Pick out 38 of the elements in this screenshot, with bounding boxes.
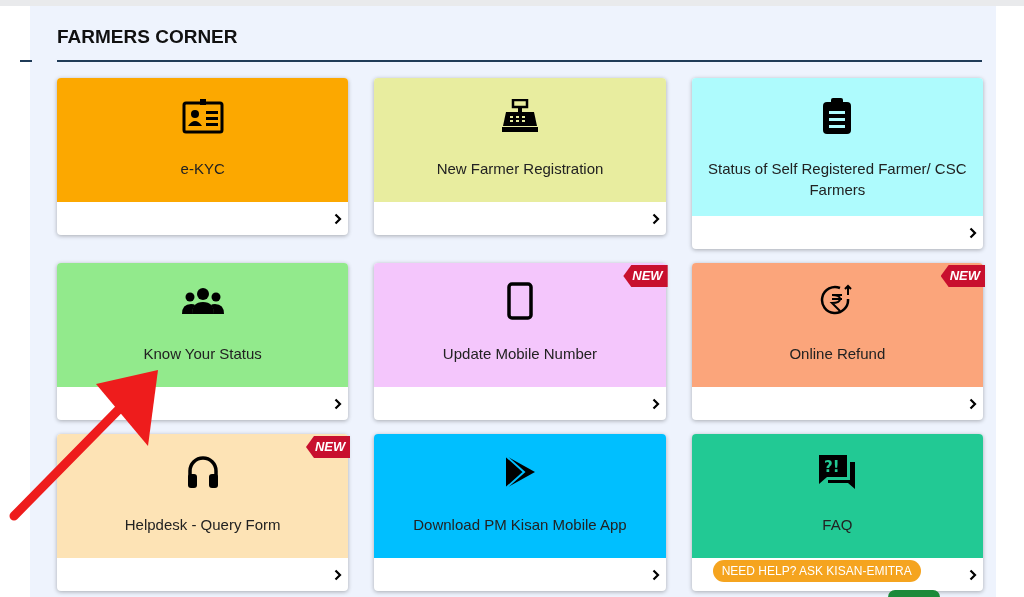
id-card-icon [181, 98, 224, 134]
chevron-right-icon[interactable] [651, 568, 660, 581]
card-label: Online Refund [789, 344, 886, 364]
headphones-icon [185, 455, 220, 489]
service-card[interactable]: New Farmer Registration [374, 78, 666, 235]
phone-icon [507, 282, 533, 320]
service-card[interactable]: ?! FAQ NEED HELP? ASK KISAN-EMITRA [691, 434, 983, 591]
service-card[interactable]: e-KYC [57, 78, 349, 235]
service-card[interactable]: Online Refund NEW [691, 263, 983, 420]
users-icon [180, 287, 225, 315]
card-label: e-KYC [180, 159, 225, 179]
section-title: FARMERS CORNER [57, 26, 239, 48]
service-card[interactable]: Helpdesk - Query Form NEW [57, 434, 349, 591]
card-label: New Farmer Registration [436, 159, 604, 179]
chevron-right-icon[interactable] [969, 568, 977, 581]
cash-register-icon [501, 99, 539, 133]
chevron-right-icon[interactable] [334, 568, 343, 581]
chat-button[interactable] [888, 590, 940, 597]
card-label: Helpdesk - Query Form [124, 515, 281, 535]
service-card[interactable]: Status of Self Registered Farmer/ CSC Farmers [691, 78, 983, 249]
clipboard-icon [822, 97, 853, 135]
chevron-right-icon[interactable] [334, 397, 343, 410]
card-label: Download PM Kisan Mobile App [413, 515, 627, 535]
chevron-right-icon[interactable] [969, 226, 977, 239]
chevron-right-icon[interactable] [969, 397, 977, 410]
service-card[interactable]: Download PM Kisan Mobile App [374, 434, 666, 591]
card-label: FAQ [822, 515, 853, 535]
service-card[interactable]: Update Mobile Number NEW [374, 263, 666, 420]
card-label: Status of Self Registered Farmer/ CSC Farmers [707, 159, 968, 200]
card-label: Update Mobile Number [442, 344, 598, 364]
new-badge: NEW [623, 265, 668, 287]
service-card[interactable]: Know Your Status [57, 263, 349, 420]
chevron-right-icon[interactable] [651, 397, 660, 410]
card-label: Know Your Status [143, 344, 262, 364]
chevron-right-icon[interactable] [334, 212, 343, 225]
chevron-right-icon[interactable] [651, 212, 660, 225]
new-badge: NEW [940, 265, 985, 287]
play-store-icon [504, 455, 536, 489]
